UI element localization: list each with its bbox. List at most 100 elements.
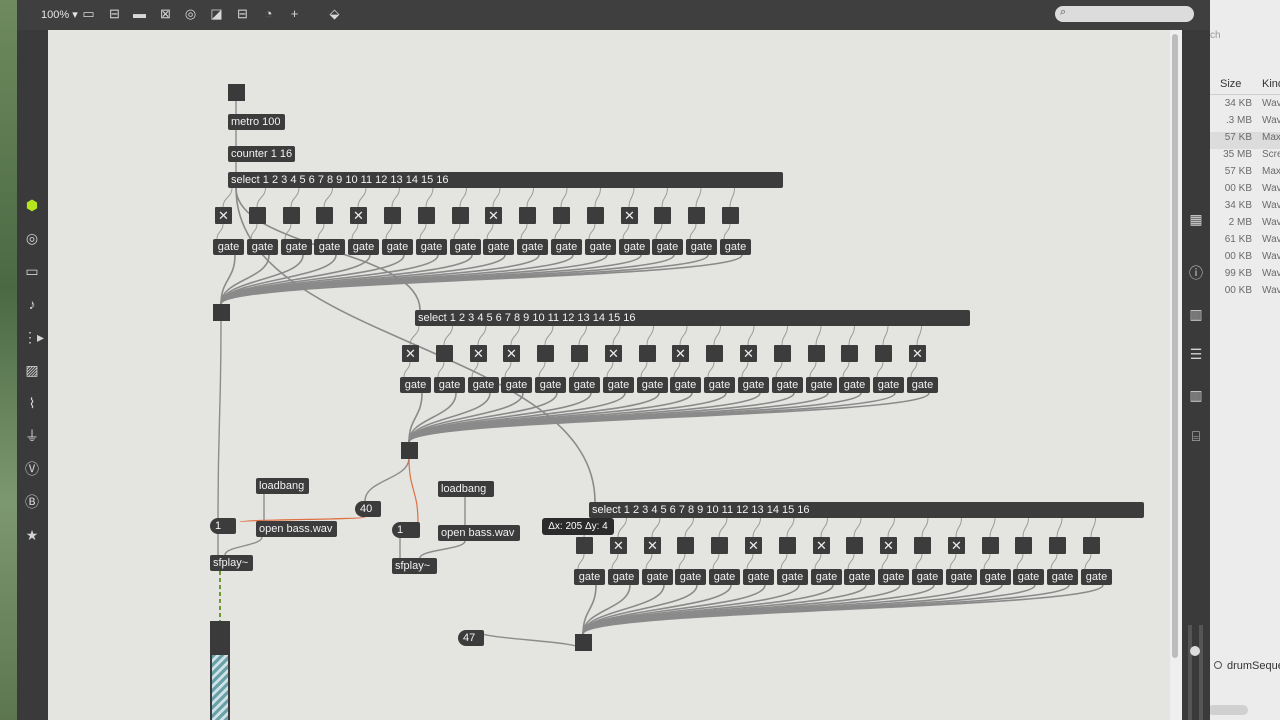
number-box-mid[interactable]: 1 (392, 522, 420, 538)
number-box-40[interactable]: 40 (355, 501, 381, 517)
finder-row[interactable]: 00 KB Wav (1210, 285, 1280, 302)
gate-object[interactable]: gate (878, 569, 909, 585)
open-message[interactable]: open bass.wav (256, 521, 337, 537)
loadbang-object[interactable]: loadbang (256, 478, 309, 494)
step-toggle[interactable] (519, 207, 536, 224)
step-toggle[interactable]: ✕ (215, 207, 232, 224)
gate-object[interactable]: gate (569, 377, 600, 393)
step-toggle[interactable] (436, 345, 453, 362)
step-toggle[interactable]: ✕ (402, 345, 419, 362)
gate-object[interactable]: gate (743, 569, 774, 585)
mix-outlet-object[interactable] (213, 304, 230, 321)
finder-row[interactable]: 61 KB Wav (1210, 234, 1280, 251)
finder-scrollbar[interactable] (1210, 705, 1248, 715)
step-toggle[interactable]: ✕ (745, 537, 762, 554)
select-object[interactable]: select 1 2 3 4 5 6 7 8 9 10 11 12 13 14 … (589, 502, 1144, 518)
number-box-47[interactable]: 47 (458, 630, 484, 646)
step-toggle[interactable] (576, 537, 593, 554)
gate-object[interactable]: gate (873, 377, 904, 393)
number-box-left[interactable]: 1 (210, 518, 236, 534)
gate-object[interactable]: gate (400, 377, 431, 393)
finder-row[interactable]: 34 KB Wav (1210, 98, 1280, 115)
step-toggle[interactable]: ✕ (621, 207, 638, 224)
step-toggle[interactable]: ✕ (470, 345, 487, 362)
gate-object[interactable]: gate (675, 569, 706, 585)
info-icon[interactable]: ⓘ (1187, 264, 1205, 282)
finder-file-label[interactable]: drumSeque (1214, 660, 1280, 672)
step-toggle[interactable]: ✕ (605, 345, 622, 362)
gate-object[interactable]: gate (777, 569, 808, 585)
finder-row[interactable]: 99 KB Wav (1210, 268, 1280, 285)
gate-object[interactable]: gate (574, 569, 605, 585)
step-toggle[interactable]: ✕ (503, 345, 520, 362)
gate-object[interactable]: gate (434, 377, 465, 393)
finder-row[interactable]: .3 MB Wav (1210, 115, 1280, 132)
finder-row[interactable]: 00 KB Wav (1210, 183, 1280, 200)
gate-object[interactable]: gate (720, 239, 751, 255)
step-toggle[interactable] (249, 207, 266, 224)
metro-object[interactable]: metro 100 (228, 114, 285, 130)
book-icon[interactable]: ▥ (1187, 305, 1205, 323)
step-toggle[interactable] (711, 537, 728, 554)
grid-icon[interactable]: ▦ (1187, 210, 1205, 228)
gate-object[interactable]: gate (686, 239, 717, 255)
gate-object[interactable]: gate (772, 377, 803, 393)
step-toggle[interactable]: ✕ (948, 537, 965, 554)
loadbang-object-selected sel[interactable]: loadbang (438, 481, 494, 497)
gate-object[interactable]: gate (213, 239, 244, 255)
gate-object[interactable]: gate (642, 569, 673, 585)
gate-object[interactable]: gate (314, 239, 345, 255)
gate-object[interactable]: gate (535, 377, 566, 393)
gate-object[interactable]: gate (839, 377, 870, 393)
gate-object[interactable]: gate (468, 377, 499, 393)
step-toggle[interactable]: ✕ (644, 537, 661, 554)
step-toggle[interactable] (875, 345, 892, 362)
step-toggle[interactable]: ✕ (740, 345, 757, 362)
size-column-header[interactable]: Size (1220, 78, 1241, 90)
gate-object[interactable]: gate (844, 569, 875, 585)
scrollbar-thumb[interactable] (1172, 34, 1178, 658)
step-toggle[interactable]: ✕ (672, 345, 689, 362)
step-toggle[interactable] (571, 345, 588, 362)
gate-object[interactable]: gate (907, 377, 938, 393)
gate-object[interactable]: gate (980, 569, 1011, 585)
step-toggle[interactable] (722, 207, 739, 224)
counter-object[interactable]: counter 1 16 (228, 146, 295, 162)
gate-object[interactable]: gate (1047, 569, 1078, 585)
gate-object[interactable]: gate (585, 239, 616, 255)
sfplay-object[interactable]: sfplay~ (210, 555, 253, 571)
gate-object[interactable]: gate (603, 377, 634, 393)
gate-object[interactable]: gate (637, 377, 668, 393)
sfplay-object-selected sel[interactable]: sfplay~ (392, 558, 437, 574)
finder-row[interactable]: 57 KB Max (1210, 132, 1280, 149)
finder-row[interactable]: 34 KB Wav (1210, 200, 1280, 217)
step-toggle[interactable] (418, 207, 435, 224)
step-toggle[interactable] (841, 345, 858, 362)
step-toggle[interactable]: ✕ (610, 537, 627, 554)
mix-outlet-object[interactable] (401, 442, 418, 459)
list-icon[interactable]: ☰ (1187, 345, 1205, 363)
step-toggle[interactable] (677, 537, 694, 554)
finder-row[interactable]: 57 KB Max (1210, 166, 1280, 183)
step-toggle[interactable] (706, 345, 723, 362)
step-toggle[interactable] (688, 207, 705, 224)
gate-object[interactable]: gate (946, 569, 977, 585)
finder-row[interactable]: 35 MB Scre (1210, 149, 1280, 166)
step-toggle[interactable] (283, 207, 300, 224)
step-toggle[interactable] (587, 207, 604, 224)
finder-search[interactable]: ch (1210, 30, 1280, 46)
camera-icon[interactable]: ⌸ (1187, 427, 1205, 445)
gate-object[interactable]: gate (738, 377, 769, 393)
step-toggle[interactable] (808, 345, 825, 362)
gate-object[interactable]: gate (348, 239, 379, 255)
step-toggle[interactable] (384, 207, 401, 224)
step-toggle[interactable]: ✕ (350, 207, 367, 224)
step-toggle[interactable] (774, 345, 791, 362)
step-toggle[interactable]: ✕ (813, 537, 830, 554)
gate-object[interactable]: gate (416, 239, 447, 255)
step-toggle[interactable] (639, 345, 656, 362)
step-toggle[interactable] (982, 537, 999, 554)
gate-object[interactable]: gate (652, 239, 683, 255)
step-toggle[interactable] (1049, 537, 1066, 554)
gate-object[interactable]: gate (912, 569, 943, 585)
